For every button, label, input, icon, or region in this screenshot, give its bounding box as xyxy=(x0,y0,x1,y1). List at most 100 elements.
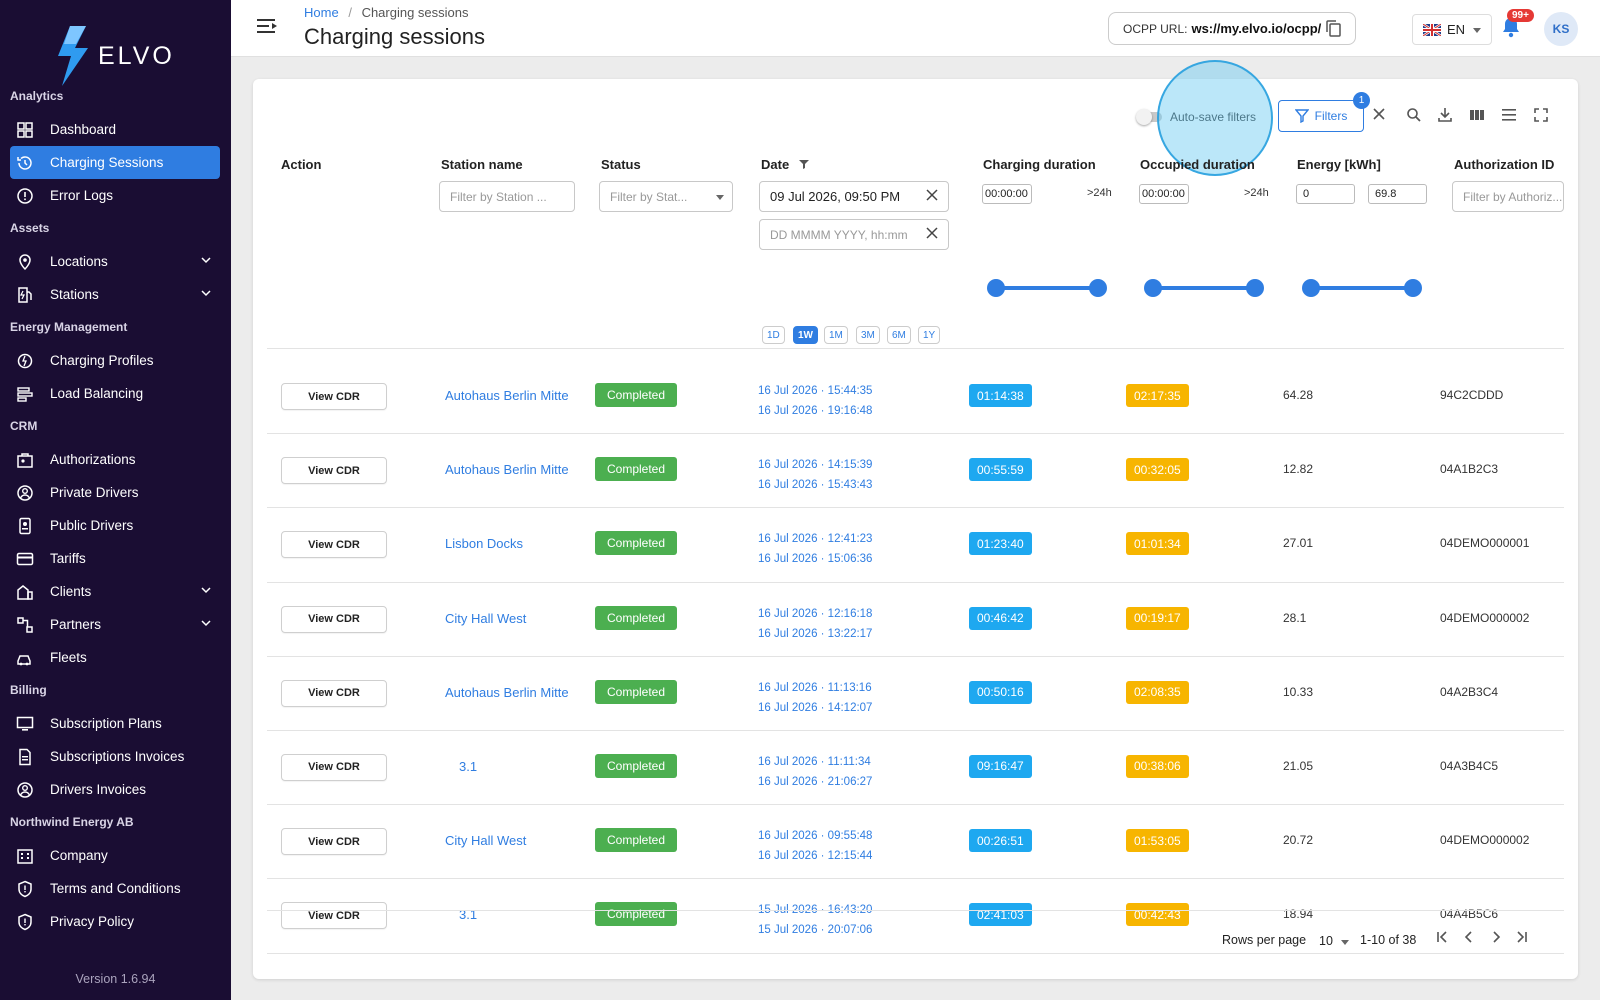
session-start[interactable]: 16 Jul 2026 · 15:44:35 xyxy=(758,381,872,401)
column-header-auth[interactable]: Authorization ID xyxy=(1454,157,1554,172)
charging-min-input[interactable]: 00:00:00 xyxy=(982,184,1032,204)
slider-max-handle[interactable] xyxy=(1404,279,1422,297)
last-page-icon[interactable] xyxy=(1515,930,1529,949)
slider-max-handle[interactable] xyxy=(1089,279,1107,297)
view-cdr-button[interactable]: View CDR xyxy=(281,531,387,559)
session-end[interactable]: 16 Jul 2026 · 12:15:44 xyxy=(758,846,872,866)
date-chip-1m[interactable]: 1M xyxy=(824,326,848,344)
session-start[interactable]: 16 Jul 2026 · 12:41:23 xyxy=(758,529,872,549)
date-chip-3m[interactable]: 3M xyxy=(856,326,880,344)
chevron-down-icon[interactable] xyxy=(200,254,212,269)
session-start[interactable]: 16 Jul 2026 · 11:11:34 xyxy=(758,752,872,772)
session-start[interactable]: 16 Jul 2026 · 14:15:39 xyxy=(758,455,872,475)
chevron-down-icon[interactable] xyxy=(200,584,212,599)
breadcrumb-home-link[interactable]: Home xyxy=(304,5,339,20)
sidebar-item-authorizations[interactable]: Authorizations xyxy=(10,443,220,476)
status-filter-select[interactable]: Filter by Stat... xyxy=(599,181,733,212)
chevron-down-icon[interactable] xyxy=(200,617,212,632)
sidebar-item-subscription-plans[interactable]: Subscription Plans xyxy=(10,707,220,740)
station-link[interactable]: Autohaus Berlin Mitte xyxy=(445,388,569,403)
slider-min-handle[interactable] xyxy=(1144,279,1162,297)
session-end[interactable]: 16 Jul 2026 · 14:12:07 xyxy=(758,698,872,718)
menu-collapse-icon[interactable] xyxy=(257,17,277,40)
date-chip-6m[interactable]: 6M xyxy=(887,326,911,344)
session-end[interactable]: 16 Jul 2026 · 13:22:17 xyxy=(758,624,872,644)
station-link[interactable]: Autohaus Berlin Mitte xyxy=(445,685,569,700)
session-start[interactable]: 16 Jul 2026 · 09:55:48 xyxy=(758,826,872,846)
view-cdr-button[interactable]: View CDR xyxy=(281,457,387,485)
rows-per-page-select[interactable]: 10 xyxy=(1319,934,1333,948)
view-cdr-button[interactable]: View CDR xyxy=(281,753,387,781)
sidebar-item-stations[interactable]: Stations xyxy=(10,278,220,311)
sidebar-item-load-balancing[interactable]: Load Balancing xyxy=(10,377,220,410)
sidebar-item-dashboard[interactable]: Dashboard xyxy=(10,113,220,146)
auth-filter-input[interactable]: Filter by Authoriz... xyxy=(1452,181,1564,212)
columns-icon[interactable] xyxy=(1469,107,1485,128)
session-end[interactable]: 16 Jul 2026 · 15:43:43 xyxy=(758,475,872,495)
column-header-charging-duration[interactable]: Charging duration xyxy=(983,157,1096,172)
clear-date-to-icon[interactable] xyxy=(923,227,938,242)
chevron-down-icon[interactable] xyxy=(200,287,212,302)
copy-icon[interactable] xyxy=(1326,20,1341,40)
column-header-date[interactable]: Date xyxy=(761,157,809,172)
search-icon[interactable] xyxy=(1406,107,1422,128)
language-select[interactable]: EN xyxy=(1412,14,1492,45)
chevron-down-icon[interactable] xyxy=(1341,940,1349,945)
view-cdr-button[interactable]: View CDR xyxy=(281,679,387,707)
density-icon[interactable] xyxy=(1501,107,1517,128)
sidebar-item-terms-and-conditions[interactable]: Terms and Conditions xyxy=(10,872,220,905)
date-chip-1y[interactable]: 1Y xyxy=(918,326,941,344)
sidebar-item-privacy-policy[interactable]: Privacy Policy xyxy=(10,905,220,938)
session-end[interactable]: 16 Jul 2026 · 15:06:36 xyxy=(758,549,872,569)
previous-page-icon[interactable] xyxy=(1462,930,1476,949)
date-from-input[interactable]: 09 Jul 2026, 09:50 PM xyxy=(759,181,949,212)
station-link[interactable]: Autohaus Berlin Mitte xyxy=(445,462,569,477)
station-link[interactable]: City Hall West xyxy=(445,833,526,848)
sidebar-item-company[interactable]: Company xyxy=(10,839,220,872)
user-avatar[interactable]: KS xyxy=(1544,12,1578,46)
sidebar-item-charging-profiles[interactable]: Charging Profiles xyxy=(10,344,220,377)
charging-duration-slider[interactable] xyxy=(987,279,1107,297)
session-start[interactable]: 16 Jul 2026 · 12:16:18 xyxy=(758,604,872,624)
energy-max-input[interactable]: 69.8 xyxy=(1368,184,1427,204)
sidebar-item-drivers-invoices[interactable]: Drivers Invoices xyxy=(10,773,220,806)
session-start[interactable]: 16 Jul 2026 · 11:13:16 xyxy=(758,678,872,698)
clear-date-from-icon[interactable] xyxy=(923,189,938,204)
date-to-input[interactable]: DD MMMM YYYY, hh:mm xyxy=(759,219,949,250)
sidebar-item-tariffs[interactable]: Tariffs xyxy=(10,542,220,575)
view-cdr-button[interactable]: View CDR xyxy=(281,605,387,633)
next-page-icon[interactable] xyxy=(1489,930,1503,949)
view-cdr-button[interactable]: View CDR xyxy=(281,383,387,410)
download-icon[interactable] xyxy=(1437,107,1453,128)
filters-button[interactable]: Filters xyxy=(1278,100,1364,132)
column-header-occupied-duration[interactable]: Occupied duration xyxy=(1140,157,1255,172)
station-link[interactable]: Lisbon Docks xyxy=(445,536,523,551)
slider-min-handle[interactable] xyxy=(1302,279,1320,297)
sidebar-item-subscriptions-invoices[interactable]: Subscriptions Invoices xyxy=(10,740,220,773)
view-cdr-button[interactable]: View CDR xyxy=(281,828,387,856)
sidebar-item-charging-sessions[interactable]: Charging Sessions xyxy=(10,146,220,179)
sidebar-item-partners[interactable]: Partners xyxy=(10,608,220,641)
sidebar-item-public-drivers[interactable]: Public Drivers xyxy=(10,509,220,542)
sidebar-item-fleets[interactable]: Fleets xyxy=(10,641,220,674)
station-link[interactable]: 3.1 xyxy=(459,759,477,774)
fullscreen-icon[interactable] xyxy=(1533,107,1549,128)
date-chip-1d[interactable]: 1D xyxy=(762,326,785,344)
sidebar-item-clients[interactable]: Clients xyxy=(10,575,220,608)
sidebar-item-private-drivers[interactable]: Private Drivers xyxy=(10,476,220,509)
slider-min-handle[interactable] xyxy=(987,279,1005,297)
sidebar-item-error-logs[interactable]: Error Logs xyxy=(10,179,220,212)
occupied-duration-slider[interactable] xyxy=(1144,279,1264,297)
energy-slider[interactable] xyxy=(1302,279,1422,297)
date-chip-1w[interactable]: 1W xyxy=(793,326,818,344)
session-end[interactable]: 16 Jul 2026 · 19:16:48 xyxy=(758,401,872,421)
column-header-station[interactable]: Station name xyxy=(441,157,523,172)
slider-max-handle[interactable] xyxy=(1246,279,1264,297)
column-header-status[interactable]: Status xyxy=(601,157,641,172)
sidebar-item-locations[interactable]: Locations xyxy=(10,245,220,278)
clear-filters-icon[interactable] xyxy=(1372,107,1386,126)
energy-min-input[interactable]: 0 xyxy=(1296,184,1355,204)
occupied-min-input[interactable]: 00:00:00 xyxy=(1139,184,1189,204)
column-header-energy[interactable]: Energy [kWh] xyxy=(1297,157,1381,172)
station-link[interactable]: City Hall West xyxy=(445,611,526,626)
